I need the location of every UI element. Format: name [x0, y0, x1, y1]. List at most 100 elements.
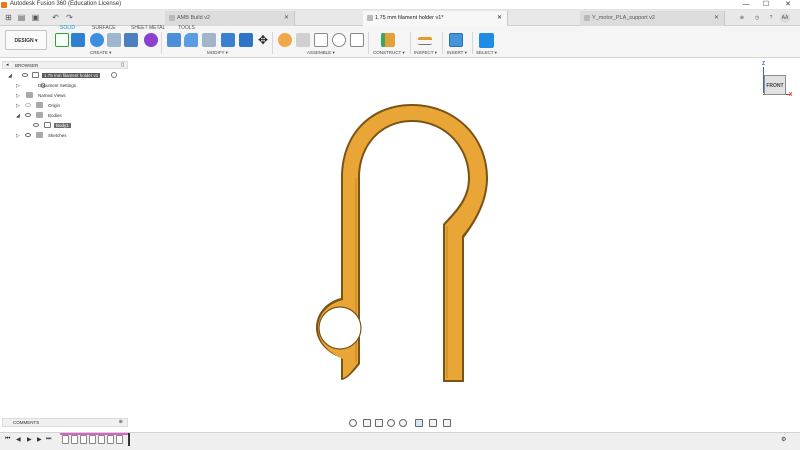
- expand-arrow-icon[interactable]: ▷: [16, 103, 20, 109]
- timeline-feature-item[interactable]: [107, 435, 114, 444]
- fillet-icon[interactable]: [184, 33, 198, 47]
- construct-group-label[interactable]: CONSTRUCT ▾: [373, 50, 405, 56]
- viewcube[interactable]: FRONT Z X: [762, 61, 792, 98]
- collapse-arrow-icon[interactable]: ◂: [6, 62, 9, 68]
- play-icon[interactable]: ▶: [27, 436, 32, 443]
- visibility-eye-icon[interactable]: [25, 103, 31, 107]
- revolve-icon[interactable]: [90, 33, 104, 47]
- fit-icon[interactable]: [399, 419, 407, 427]
- app-grid-icon[interactable]: ⊞: [3, 13, 14, 23]
- shell-icon[interactable]: [202, 33, 216, 47]
- tab-filament-holder[interactable]: 1.75 mm filament holder v1* ✕: [363, 11, 508, 26]
- go-to-start-icon[interactable]: ⏮: [5, 436, 10, 443]
- panel-toggle-icon[interactable]: ▯: [121, 62, 124, 68]
- assemble-group-label[interactable]: ASSEMBLE ▾: [307, 50, 335, 56]
- create-group-label[interactable]: CREATE ▾: [90, 50, 111, 56]
- visibility-eye-icon[interactable]: [25, 133, 31, 137]
- browser-root-item[interactable]: ◢ 1.75 mm filament holder v1: [4, 71, 130, 80]
- expand-arrow-icon[interactable]: ▷: [16, 83, 20, 89]
- minimize-button[interactable]: —: [736, 0, 756, 10]
- timeline-marker[interactable]: [128, 433, 130, 446]
- browser-body1[interactable]: Body1: [4, 121, 130, 130]
- tab-amb-build[interactable]: AMB Build v2 ✕: [165, 11, 295, 26]
- scale-icon[interactable]: [239, 33, 253, 47]
- expand-arrow-icon[interactable]: ◢: [8, 73, 12, 79]
- as-built-joint-icon[interactable]: [314, 33, 328, 47]
- joint-origin-icon[interactable]: [332, 33, 346, 47]
- close-window-button[interactable]: ✕: [778, 0, 798, 10]
- close-tab-icon[interactable]: ✕: [284, 14, 289, 21]
- offset-plane-icon[interactable]: [381, 33, 395, 47]
- timeline-feature-item[interactable]: [89, 435, 96, 444]
- visibility-eye-icon[interactable]: [33, 123, 39, 127]
- viewcube-front-face[interactable]: FRONT: [764, 75, 786, 95]
- rigid-group-icon[interactable]: [350, 33, 364, 47]
- look-at-icon[interactable]: [363, 419, 371, 427]
- insert-image-icon[interactable]: [449, 33, 463, 47]
- comments-panel[interactable]: COMMENTS ⊕: [2, 418, 128, 427]
- extrude-icon[interactable]: [71, 33, 85, 47]
- tab-solid[interactable]: SOLID: [60, 25, 75, 31]
- browser-named-views[interactable]: ▷ Named Views: [4, 91, 130, 100]
- go-to-end-icon[interactable]: ⏭: [46, 436, 51, 443]
- step-forward-icon[interactable]: ▶: [37, 436, 42, 443]
- visibility-eye-icon[interactable]: [25, 113, 31, 117]
- browser-panel-header[interactable]: ◂ BROWSER ▯: [2, 61, 128, 69]
- measure-icon[interactable]: [418, 37, 432, 45]
- form-icon[interactable]: [144, 33, 158, 47]
- select-icon[interactable]: [479, 33, 494, 48]
- add-comment-icon[interactable]: ⊕: [119, 419, 123, 426]
- display-settings-icon[interactable]: [415, 419, 423, 427]
- grid-settings-icon[interactable]: [429, 419, 437, 427]
- browser-document-settings[interactable]: ▷ ⚙ Document Settings: [4, 81, 130, 90]
- save-icon[interactable]: ▣: [30, 13, 41, 23]
- modify-group-label[interactable]: MODIFY ▾: [207, 50, 228, 56]
- timeline-features[interactable]: [60, 433, 130, 447]
- create-sketch-icon[interactable]: [55, 33, 69, 47]
- activate-radio-icon[interactable]: [111, 72, 117, 78]
- timeline-sketch-item[interactable]: [62, 435, 69, 444]
- hole-icon[interactable]: [107, 33, 121, 47]
- insert-group-label[interactable]: INSERT ▾: [447, 50, 467, 56]
- file-menu-icon[interactable]: ▤: [16, 13, 27, 23]
- step-back-icon[interactable]: ◀: [16, 436, 21, 443]
- collapse-arrow-icon[interactable]: ◢: [16, 113, 20, 119]
- new-tab-icon[interactable]: ⊕: [737, 13, 747, 23]
- select-group-label[interactable]: SELECT ▾: [476, 50, 497, 56]
- maximize-button[interactable]: ☐: [756, 0, 776, 10]
- move-icon[interactable]: ✥: [256, 33, 270, 47]
- viewports-icon[interactable]: [443, 419, 451, 427]
- browser-origin[interactable]: ▷ Origin: [4, 101, 130, 110]
- visibility-eye-icon[interactable]: [22, 73, 28, 77]
- help-icon[interactable]: ?: [766, 13, 776, 23]
- zoom-icon[interactable]: [387, 419, 395, 427]
- box-icon[interactable]: [124, 33, 138, 47]
- timeline-settings-gear-icon[interactable]: ⚙: [781, 436, 786, 443]
- timeline-feature-item[interactable]: [116, 435, 123, 444]
- inspect-group-label[interactable]: INSPECT ▾: [414, 50, 437, 56]
- expand-arrow-icon[interactable]: ▷: [16, 133, 20, 139]
- tab-surface[interactable]: SURFACE: [92, 25, 116, 31]
- close-tab-icon[interactable]: ✕: [714, 14, 719, 21]
- press-pull-icon[interactable]: [167, 33, 181, 47]
- redo-icon[interactable]: ↷: [64, 13, 75, 23]
- tab-tools[interactable]: TOOLS: [178, 25, 195, 31]
- undo-icon[interactable]: ↶: [50, 13, 61, 23]
- browser-sketches[interactable]: ▷ Sketches: [4, 131, 130, 140]
- new-component-icon[interactable]: [278, 33, 292, 47]
- tab-sheet-metal[interactable]: SHEET METAL: [131, 25, 165, 31]
- browser-bodies[interactable]: ◢ Bodies: [4, 111, 130, 120]
- orbit-icon[interactable]: [349, 419, 357, 427]
- combine-icon[interactable]: [221, 33, 235, 47]
- workspace-switcher[interactable]: DESIGN ▾: [5, 30, 47, 50]
- pan-icon[interactable]: [375, 419, 383, 427]
- tab-y-motor-support[interactable]: Y_motor_PLA_support v2 ✕: [580, 11, 725, 26]
- timeline-feature-item[interactable]: [98, 435, 105, 444]
- expand-arrow-icon[interactable]: ▷: [16, 93, 20, 99]
- job-status-icon[interactable]: ◷: [752, 13, 762, 23]
- joint-icon[interactable]: [296, 33, 310, 47]
- timeline-feature-item[interactable]: [80, 435, 87, 444]
- close-tab-icon[interactable]: ✕: [497, 14, 502, 21]
- avatar[interactable]: AA: [780, 13, 790, 23]
- timeline-feature-item[interactable]: [71, 435, 78, 444]
